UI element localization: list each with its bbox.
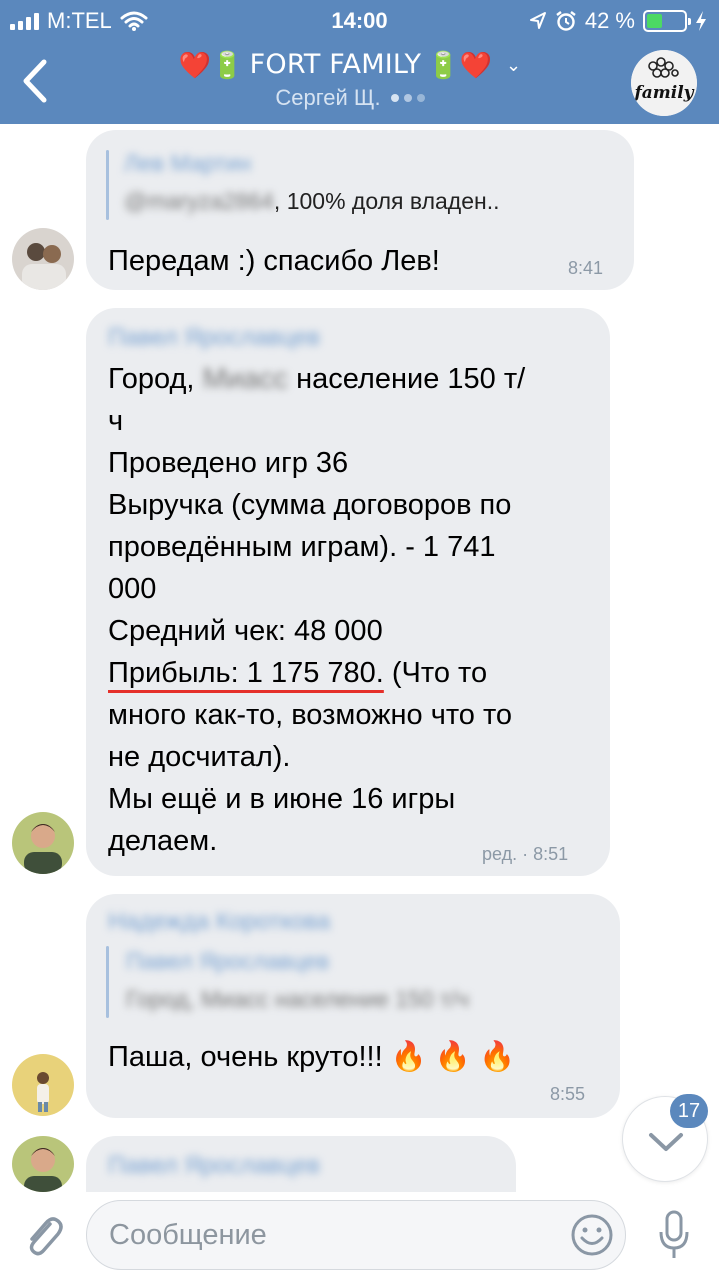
message-time: ред. · 8:51 — [482, 844, 569, 864]
message-bubble[interactable]: Надежда Короткова Павел Ярославцев Город… — [86, 894, 620, 1118]
battery-percent: 42 % — [584, 8, 635, 33]
sender-name: Павел Ярославцев — [108, 324, 321, 351]
svg-text:family: family — [633, 83, 694, 103]
family-logo-icon: family — [631, 50, 697, 116]
sender-name: Надежда Короткова — [108, 908, 331, 935]
reply-author: Лев Мартин — [124, 150, 252, 176]
reply-bar — [106, 946, 109, 1018]
typing-user: Сергей Щ. — [275, 85, 381, 110]
microphone-icon[interactable] — [658, 1208, 690, 1262]
profit-highlight: Прибыль: 1 175 780. — [108, 657, 384, 689]
back-chevron-icon[interactable] — [14, 56, 58, 106]
reply-preview: Город, Миасс население 150 т/ч — [126, 986, 469, 1012]
reply-mention: @maryza2864 — [124, 188, 274, 214]
avatar[interactable] — [12, 1136, 74, 1192]
blurred-city: Миасс — [202, 363, 289, 395]
sender-name: Павел Ярославцев — [108, 1152, 321, 1179]
emoji-smile-icon[interactable] — [570, 1213, 614, 1257]
chevron-down-icon: ⌄ — [506, 55, 522, 75]
avatar[interactable] — [12, 228, 74, 290]
location-arrow-icon — [529, 12, 546, 29]
reply-preview: @maryza2864, 100% доля владен.. — [124, 188, 500, 214]
battery-icon — [643, 10, 691, 32]
message-text: Город, Миасс население 150 т/ ч Проведен… — [108, 363, 526, 857]
chat-title: FORT FAMILY — [249, 49, 422, 80]
message-composer — [0, 1192, 719, 1280]
user-photo-icon — [12, 812, 74, 874]
message-time: 8:55 — [550, 1084, 586, 1104]
unread-count-badge: 17 — [670, 1094, 708, 1128]
message-text: Паша, очень круто!!! 🔥 🔥 🔥 — [108, 1041, 516, 1073]
chat-avatar[interactable]: family — [631, 50, 697, 116]
paperclip-icon[interactable] — [20, 1210, 64, 1260]
title-emoji-right: 🔋❤️ — [427, 50, 492, 80]
user-photo-icon — [12, 1136, 74, 1192]
typing-indicator: Сергей Щ. — [100, 85, 600, 111]
typing-dots-icon — [390, 94, 425, 102]
chat-title-block[interactable]: ❤️🔋 FORT FAMILY 🔋❤️ ⌄ Сергей Щ. — [100, 46, 600, 111]
reply-bar — [106, 150, 109, 220]
chat-header: M:TEL 14:00 42 % ❤️🔋 FORT FAMILY 🔋❤️ ⌄ С… — [0, 0, 719, 124]
status-bar: M:TEL 14:00 42 % — [0, 0, 719, 40]
message-input[interactable] — [86, 1200, 626, 1270]
message-bubble[interactable]: Павел Ярославцев Город, Миасс население … — [86, 308, 610, 876]
charging-bolt-icon — [696, 11, 706, 31]
title-emoji-left: ❤️🔋 — [178, 50, 244, 80]
avatar[interactable] — [12, 1054, 74, 1116]
reply-author: Павел Ярославцев — [126, 948, 330, 974]
message-time: 8:41 — [568, 258, 604, 278]
user-photo-icon — [12, 228, 74, 290]
avatar[interactable] — [12, 812, 74, 874]
alarm-clock-icon — [556, 11, 576, 31]
message-bubble[interactable]: Лев Мартин @maryza2864, 100% доля владен… — [86, 130, 634, 290]
user-photo-icon — [12, 1054, 74, 1116]
message-text: Передам :) спасибо Лев! — [108, 245, 440, 277]
